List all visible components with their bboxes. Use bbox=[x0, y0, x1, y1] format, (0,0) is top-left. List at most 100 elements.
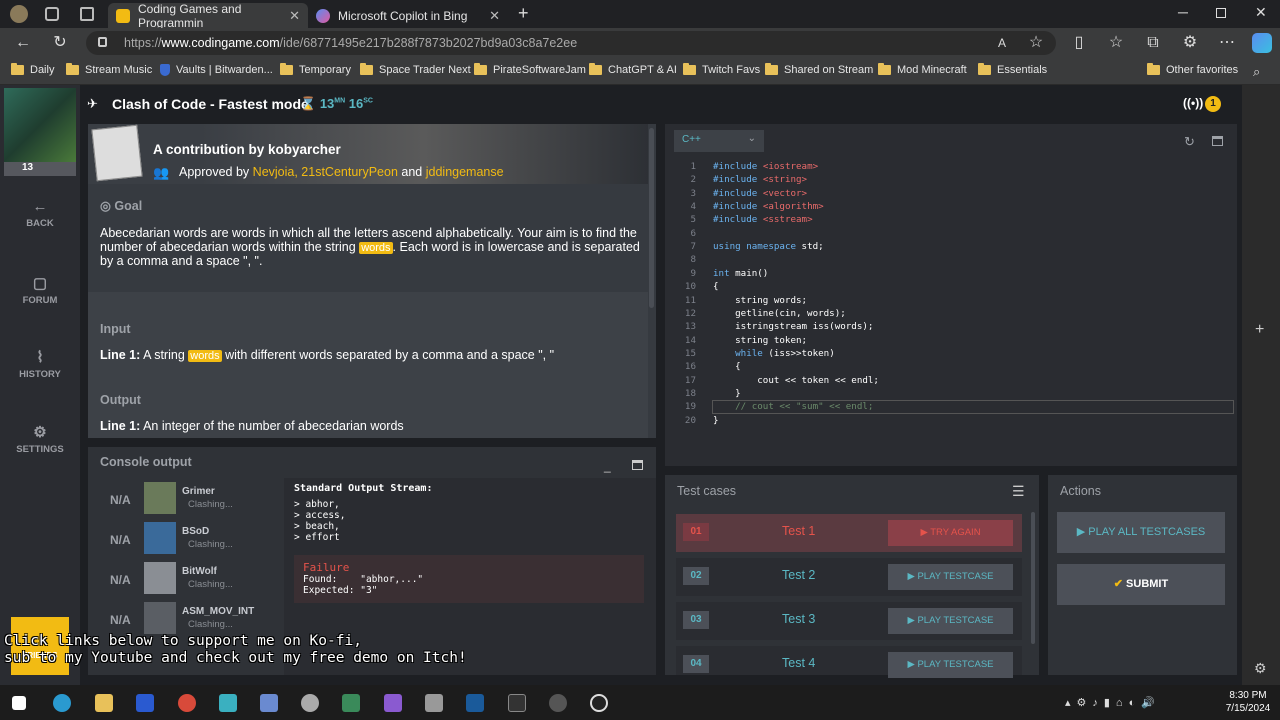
testcase-row[interactable]: 02 Test 2 ▶ PLAY TESTCASE bbox=[676, 558, 1022, 596]
more-menu-icon[interactable]: ⋯ bbox=[1217, 33, 1237, 53]
app-icon[interactable] bbox=[301, 694, 319, 712]
address-bar[interactable]: https://www.codingame.com/ide/68771495e2… bbox=[86, 31, 1056, 55]
play-testcase-button[interactable]: ▶ PLAY TESTCASE bbox=[888, 608, 1013, 634]
search-icon[interactable]: ⌕ bbox=[1253, 64, 1260, 80]
windows-start-icon[interactable] bbox=[12, 696, 26, 710]
notepad-icon[interactable] bbox=[260, 694, 278, 712]
code-line[interactable]: // cout << "sum" << endl; bbox=[713, 400, 873, 413]
code-line[interactable]: #include <vector> bbox=[713, 187, 807, 200]
nav-back[interactable]: ← BACK bbox=[0, 198, 80, 229]
player-row[interactable]: N/A Grimer Clashing... bbox=[110, 482, 280, 514]
bookmark-twitch-favs[interactable]: Twitch Favs bbox=[683, 63, 760, 76]
player-row[interactable]: N/A BitWolf Clashing... bbox=[110, 562, 280, 594]
statement-scrollbar[interactable] bbox=[649, 128, 654, 308]
taskbar-clock[interactable]: 8:30 PM 7/15/2024 bbox=[1222, 689, 1274, 715]
play-all-testcases-button[interactable]: ▶ PLAY ALL TESTCASES bbox=[1057, 512, 1225, 553]
bookmark-mod-minecraft[interactable]: Mod Minecraft bbox=[878, 63, 967, 76]
code-line[interactable]: string token; bbox=[713, 334, 807, 347]
restore-window-icon[interactable] bbox=[1216, 8, 1226, 18]
close-icon[interactable]: ✕ bbox=[289, 8, 300, 24]
read-aloud-icon[interactable]: A bbox=[992, 33, 1012, 53]
extensions-icon[interactable]: ⚙ bbox=[1180, 33, 1200, 53]
minimize-console-icon[interactable]: _ bbox=[604, 459, 611, 473]
list-view-icon[interactable]: ☰ bbox=[1012, 483, 1025, 500]
profile-avatar[interactable] bbox=[10, 5, 28, 23]
obs-icon[interactable] bbox=[590, 694, 608, 712]
tab-codingame[interactable]: Coding Games and Programmin ✕ bbox=[108, 2, 308, 30]
play-testcase-button[interactable]: ▶ PLAY TESTCASE bbox=[888, 652, 1013, 678]
favorites-icon[interactable]: ☆ bbox=[1106, 33, 1126, 53]
code-line[interactable]: } bbox=[713, 414, 719, 427]
bookmark-chatgpt[interactable]: ChatGPT & AI bbox=[589, 63, 677, 76]
copilot-sidebar-icon[interactable] bbox=[1252, 33, 1272, 53]
settings-gear-icon[interactable]: ⚙ bbox=[1254, 660, 1267, 677]
back-arrow-icon[interactable]: ← bbox=[13, 33, 33, 53]
code-line[interactable]: getline(cin, words); bbox=[713, 307, 846, 320]
refresh-icon[interactable]: ↻ bbox=[50, 33, 70, 53]
code-line[interactable]: while (iss>>token) bbox=[713, 347, 835, 360]
bookmark-piratesoftwarejam[interactable]: PirateSoftwareJam bbox=[474, 63, 586, 76]
code-line[interactable]: { bbox=[713, 360, 741, 373]
workspaces-icon[interactable] bbox=[45, 7, 59, 21]
code-line[interactable]: cout << token << endl; bbox=[713, 374, 879, 387]
code-line[interactable]: using namespace std; bbox=[713, 240, 824, 253]
code-line[interactable]: #include <iostream> bbox=[713, 160, 818, 173]
collections-icon[interactable]: ⧉ bbox=[1143, 33, 1163, 53]
code-line[interactable]: } bbox=[713, 387, 741, 400]
app-icon[interactable] bbox=[425, 694, 443, 712]
bookmark-other-favorites[interactable]: Other favorites bbox=[1147, 63, 1238, 76]
epic-games-icon[interactable] bbox=[508, 694, 526, 712]
code-line[interactable]: #include <sstream> bbox=[713, 213, 813, 226]
bookmark-stream-music[interactable]: Stream Music bbox=[66, 63, 152, 76]
powershell-icon[interactable] bbox=[136, 694, 154, 712]
testcase-row[interactable]: 01 Test 1 ▶ TRY AGAIN bbox=[676, 514, 1022, 552]
close-window-icon[interactable]: ✕ bbox=[1255, 4, 1267, 21]
app-icon[interactable] bbox=[549, 694, 567, 712]
player-row[interactable]: N/A ASM_MOV_INT Clashing... bbox=[110, 602, 280, 634]
bookmark-space-trader[interactable]: Space Trader Next bbox=[360, 63, 471, 76]
code-line[interactable]: istringstream iss(words); bbox=[713, 320, 873, 333]
approver-last-link[interactable]: jddingemanse bbox=[426, 165, 504, 179]
approvers-link[interactable]: Nevjoia, 21stCenturyPeon bbox=[253, 165, 398, 179]
player-row[interactable]: N/A BSoD Clashing... bbox=[110, 522, 280, 554]
bookmark-daily[interactable]: Daily bbox=[11, 63, 54, 76]
bookmark-shared-on-stream[interactable]: Shared on Stream bbox=[765, 63, 873, 76]
file-explorer-icon[interactable] bbox=[95, 694, 113, 712]
code-line[interactable]: int main() bbox=[713, 267, 768, 280]
maximize-editor-icon[interactable] bbox=[1212, 136, 1223, 146]
code-line[interactable]: #include <string> bbox=[713, 173, 807, 186]
testcase-row[interactable]: 03 Test 3 ▶ PLAY TESTCASE bbox=[676, 602, 1022, 640]
bookmark-bitwarden[interactable]: Vaults | Bitwarden... bbox=[160, 64, 273, 76]
play-testcase-button[interactable]: ▶ PLAY TESTCASE bbox=[888, 564, 1013, 590]
code-line[interactable]: { bbox=[713, 280, 719, 293]
app-icon[interactable] bbox=[342, 694, 360, 712]
nav-history[interactable]: ⌇ HISTORY bbox=[0, 348, 80, 380]
reset-code-icon[interactable]: ↻ bbox=[1184, 134, 1195, 150]
chrome-icon[interactable] bbox=[178, 694, 196, 712]
add-icon[interactable]: + bbox=[1255, 321, 1264, 339]
submit-button[interactable]: ✔ SUBMIT bbox=[1057, 564, 1225, 605]
minimize-window-icon[interactable]: ─ bbox=[1178, 4, 1188, 20]
visual-studio-icon[interactable] bbox=[384, 694, 402, 712]
broadcast-icon[interactable]: ((•)) bbox=[1183, 96, 1203, 110]
nav-settings[interactable]: ⚙ SETTINGS bbox=[0, 423, 80, 455]
steam-icon[interactable] bbox=[466, 694, 484, 712]
tab-actions-icon[interactable] bbox=[80, 7, 94, 21]
code-line[interactable]: #include <algorithm> bbox=[713, 200, 824, 213]
tab-copilot[interactable]: Microsoft Copilot in Bing ✕ bbox=[308, 3, 508, 28]
testcase-row[interactable]: 04 Test 4 ▶ PLAY TESTCASE bbox=[676, 646, 1022, 678]
edge-icon[interactable] bbox=[53, 694, 71, 712]
bookmark-temporary[interactable]: Temporary bbox=[280, 63, 351, 76]
code-line[interactable]: string words; bbox=[713, 294, 807, 307]
close-icon[interactable]: ✕ bbox=[489, 8, 500, 24]
maximize-console-icon[interactable] bbox=[632, 460, 643, 470]
new-tab-button[interactable]: + bbox=[518, 3, 529, 24]
user-avatar[interactable] bbox=[4, 88, 76, 162]
split-screen-icon[interactable]: ▯ bbox=[1069, 33, 1089, 53]
testcases-scrollbar[interactable] bbox=[1031, 512, 1035, 644]
nav-forum[interactable]: ▢ FORUM bbox=[0, 274, 80, 306]
system-tray-icons[interactable]: ▴⚙♪▮⌂◐🔊 bbox=[1065, 696, 1205, 710]
notification-badge[interactable]: 1 bbox=[1205, 96, 1221, 112]
bookmark-essentials[interactable]: Essentials bbox=[978, 63, 1047, 76]
try-again-button[interactable]: ▶ TRY AGAIN bbox=[888, 520, 1013, 546]
